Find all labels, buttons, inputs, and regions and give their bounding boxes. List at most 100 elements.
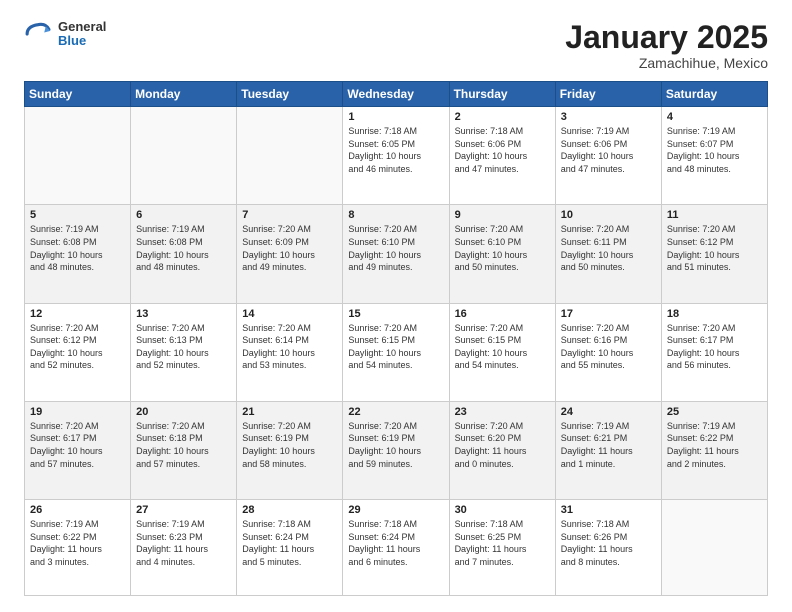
calendar-cell: 7Sunrise: 7:20 AMSunset: 6:09 PMDaylight…	[237, 205, 343, 303]
day-number: 2	[455, 111, 550, 123]
day-number: 5	[30, 209, 125, 221]
day-info: Sunrise: 7:20 AMSunset: 6:19 PMDaylight:…	[348, 420, 443, 470]
day-info: Sunrise: 7:20 AMSunset: 6:15 PMDaylight:…	[348, 322, 443, 372]
calendar-cell: 4 Sunrise: 7:19 AMSunset: 6:07 PMDaylight…	[661, 107, 767, 205]
calendar-cell: 14 Sunrise: 7:20 AMSunset: 6:14 PMDayligh…	[237, 303, 343, 401]
day-number: 8	[348, 209, 443, 221]
calendar-cell: 17 Sunrise: 7:20 AMSunset: 6:16 PMDayligh…	[555, 303, 661, 401]
location: Zamachihue, Mexico	[565, 55, 768, 71]
day-number: 12	[30, 308, 125, 320]
calendar-week-3: 12 Sunrise: 7:20 AMSunset: 6:12 PMDayligh…	[25, 303, 768, 401]
day-number: 28	[242, 504, 337, 516]
day-info: Sunrise: 7:20 AMSunset: 6:18 PMDaylight:…	[136, 420, 231, 470]
month-title: January 2025	[565, 20, 768, 55]
calendar-cell: 2 Sunrise: 7:18 AMSunset: 6:06 PMDaylight…	[449, 107, 555, 205]
calendar-cell: 28Sunrise: 7:18 AMSunset: 6:24 PMDayligh…	[237, 500, 343, 596]
calendar-cell: 10 Sunrise: 7:20 AMSunset: 6:11 PMDayligh…	[555, 205, 661, 303]
day-number: 16	[455, 308, 550, 320]
logo-text: General Blue	[58, 20, 106, 49]
day-number: 10	[561, 209, 656, 221]
calendar-cell: 30 Sunrise: 7:18 AMSunset: 6:25 PMDayligh…	[449, 500, 555, 596]
day-number: 17	[561, 308, 656, 320]
logo-icon	[24, 20, 52, 48]
calendar-header-row: SundayMondayTuesdayWednesdayThursdayFrid…	[25, 82, 768, 107]
day-info: Sunrise: 7:19 AMSunset: 6:23 PMDaylight:…	[136, 518, 231, 568]
day-info: Sunrise: 7:18 AMSunset: 6:05 PMDaylight:…	[348, 125, 443, 175]
day-number: 23	[455, 406, 550, 418]
calendar-cell: 1 Sunrise: 7:18 AMSunset: 6:05 PMDaylight…	[343, 107, 449, 205]
day-info: Sunrise: 7:18 AMSunset: 6:06 PMDaylight:…	[455, 125, 550, 175]
day-number: 13	[136, 308, 231, 320]
day-info: Sunrise: 7:20 AMSunset: 6:10 PMDaylight:…	[348, 223, 443, 273]
day-number: 1	[348, 111, 443, 123]
day-info: Sunrise: 7:20 AMSunset: 6:17 PMDaylight:…	[30, 420, 125, 470]
calendar-cell: 26 Sunrise: 7:19 AMSunset: 6:22 PMDayligh…	[25, 500, 131, 596]
day-number: 25	[667, 406, 762, 418]
calendar-cell	[237, 107, 343, 205]
day-number: 18	[667, 308, 762, 320]
calendar-week-4: 19 Sunrise: 7:20 AMSunset: 6:17 PMDayligh…	[25, 401, 768, 499]
day-number: 4	[667, 111, 762, 123]
calendar-cell	[661, 500, 767, 596]
calendar-dow-saturday: Saturday	[661, 82, 767, 107]
day-info: Sunrise: 7:18 AMSunset: 6:25 PMDaylight:…	[455, 518, 550, 568]
day-number: 14	[242, 308, 337, 320]
day-info: Sunrise: 7:19 AMSunset: 6:07 PMDaylight:…	[667, 125, 762, 175]
calendar-cell: 23Sunrise: 7:20 AMSunset: 6:20 PMDayligh…	[449, 401, 555, 499]
day-info: Sunrise: 7:19 AMSunset: 6:22 PMDaylight:…	[667, 420, 762, 470]
day-number: 7	[242, 209, 337, 221]
day-info: Sunrise: 7:19 AMSunset: 6:08 PMDaylight:…	[30, 223, 125, 273]
header: General Blue January 2025 Zamachihue, Me…	[24, 20, 768, 71]
day-info: Sunrise: 7:19 AMSunset: 6:06 PMDaylight:…	[561, 125, 656, 175]
calendar-cell: 6 Sunrise: 7:19 AMSunset: 6:08 PMDaylight…	[131, 205, 237, 303]
calendar-dow-friday: Friday	[555, 82, 661, 107]
day-info: Sunrise: 7:20 AMSunset: 6:14 PMDaylight:…	[242, 322, 337, 372]
calendar-dow-wednesday: Wednesday	[343, 82, 449, 107]
calendar-cell: 8 Sunrise: 7:20 AMSunset: 6:10 PMDaylight…	[343, 205, 449, 303]
calendar-cell: 22 Sunrise: 7:20 AMSunset: 6:19 PMDayligh…	[343, 401, 449, 499]
calendar-cell	[25, 107, 131, 205]
day-number: 30	[455, 504, 550, 516]
calendar-cell: 20 Sunrise: 7:20 AMSunset: 6:18 PMDayligh…	[131, 401, 237, 499]
calendar-cell: 24Sunrise: 7:19 AMSunset: 6:21 PMDayligh…	[555, 401, 661, 499]
day-info: Sunrise: 7:19 AMSunset: 6:22 PMDaylight:…	[30, 518, 125, 568]
day-number: 9	[455, 209, 550, 221]
day-info: Sunrise: 7:20 AMSunset: 6:16 PMDaylight:…	[561, 322, 656, 372]
day-number: 15	[348, 308, 443, 320]
calendar-cell: 13 Sunrise: 7:20 AMSunset: 6:13 PMDayligh…	[131, 303, 237, 401]
day-info: Sunrise: 7:20 AMSunset: 6:12 PMDaylight:…	[667, 223, 762, 273]
logo-general: General	[58, 20, 106, 34]
day-number: 29	[348, 504, 443, 516]
calendar-cell: 31Sunrise: 7:18 AMSunset: 6:26 PMDayligh…	[555, 500, 661, 596]
day-info: Sunrise: 7:18 AMSunset: 6:24 PMDaylight:…	[348, 518, 443, 568]
calendar-cell: 27Sunrise: 7:19 AMSunset: 6:23 PMDayligh…	[131, 500, 237, 596]
calendar-cell: 5 Sunrise: 7:19 AMSunset: 6:08 PMDaylight…	[25, 205, 131, 303]
calendar-cell: 21 Sunrise: 7:20 AMSunset: 6:19 PMDayligh…	[237, 401, 343, 499]
day-number: 21	[242, 406, 337, 418]
day-number: 20	[136, 406, 231, 418]
calendar-cell: 3Sunrise: 7:19 AMSunset: 6:06 PMDaylight…	[555, 107, 661, 205]
day-number: 11	[667, 209, 762, 221]
day-info: Sunrise: 7:20 AMSunset: 6:11 PMDaylight:…	[561, 223, 656, 273]
day-info: Sunrise: 7:20 AMSunset: 6:13 PMDaylight:…	[136, 322, 231, 372]
day-info: Sunrise: 7:20 AMSunset: 6:19 PMDaylight:…	[242, 420, 337, 470]
calendar-cell: 29 Sunrise: 7:18 AMSunset: 6:24 PMDayligh…	[343, 500, 449, 596]
calendar-dow-thursday: Thursday	[449, 82, 555, 107]
day-info: Sunrise: 7:20 AMSunset: 6:12 PMDaylight:…	[30, 322, 125, 372]
day-number: 22	[348, 406, 443, 418]
calendar-dow-monday: Monday	[131, 82, 237, 107]
calendar-cell: 15 Sunrise: 7:20 AMSunset: 6:15 PMDayligh…	[343, 303, 449, 401]
calendar-cell: 19 Sunrise: 7:20 AMSunset: 6:17 PMDayligh…	[25, 401, 131, 499]
logo-blue: Blue	[58, 34, 106, 48]
day-number: 6	[136, 209, 231, 221]
calendar-dow-tuesday: Tuesday	[237, 82, 343, 107]
day-number: 26	[30, 504, 125, 516]
day-info: Sunrise: 7:18 AMSunset: 6:26 PMDaylight:…	[561, 518, 656, 568]
title-block: January 2025 Zamachihue, Mexico	[565, 20, 768, 71]
calendar-cell: 9 Sunrise: 7:20 AMSunset: 6:10 PMDaylight…	[449, 205, 555, 303]
day-info: Sunrise: 7:20 AMSunset: 6:10 PMDaylight:…	[455, 223, 550, 273]
day-number: 24	[561, 406, 656, 418]
logo: General Blue	[24, 20, 106, 49]
day-number: 19	[30, 406, 125, 418]
day-info: Sunrise: 7:19 AMSunset: 6:08 PMDaylight:…	[136, 223, 231, 273]
